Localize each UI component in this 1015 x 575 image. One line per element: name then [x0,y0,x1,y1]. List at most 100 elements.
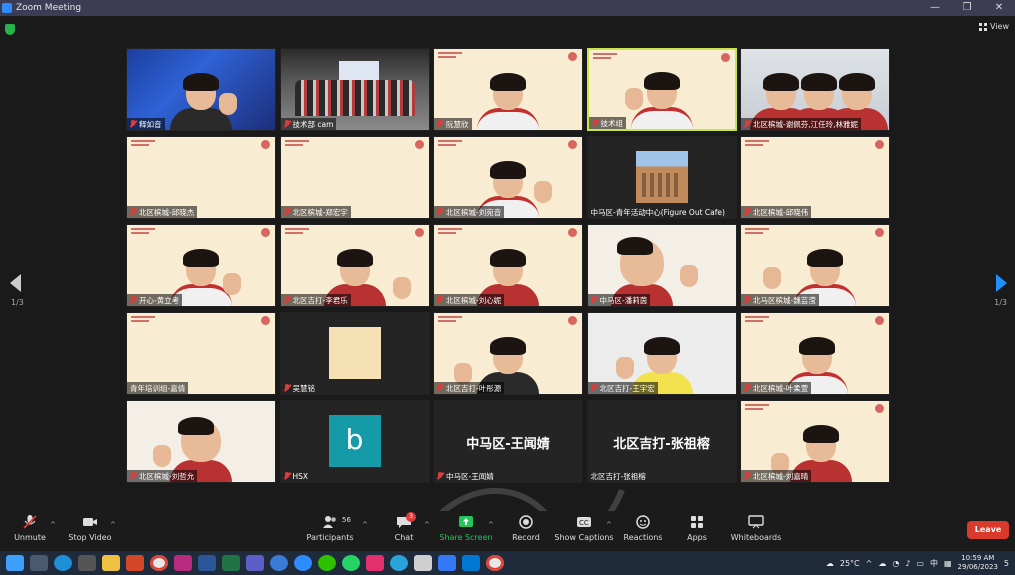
teams-icon[interactable] [246,555,264,571]
chat-caret-icon[interactable]: ^ [424,521,430,529]
video-tile[interactable]: 中马区-青年活动中心(Figure Out Cafe) [586,136,737,219]
video-tile[interactable]: 释如音 [126,48,276,131]
video-tile[interactable]: 北区槟城-邱晓杰 [126,136,276,219]
whiteboards-button[interactable]: Whiteboards [726,515,786,542]
video-tile[interactable]: 北区槟城-谢佩芬,江任玲,林雅妮 [740,48,890,131]
chrome-icon[interactable] [150,555,168,571]
windows-start-icon[interactable] [6,555,24,571]
muted-mic-icon [744,472,750,480]
video-options-caret-icon[interactable]: ^ [110,521,116,529]
show-captions-button[interactable]: CC Show Captions [554,515,614,542]
whatsapp-icon[interactable] [342,555,360,571]
whiteboards-label: Whiteboards [730,533,782,542]
video-tile[interactable]: 北区吉打-李君乐 [279,224,430,307]
unmute-label: Unmute [14,533,46,542]
weather-icon[interactable]: ☁ [826,559,834,568]
volume-icon[interactable]: ♪ [905,559,910,568]
zoom-taskbar-icon[interactable] [294,555,312,571]
participants-caret-icon[interactable]: ^ [362,521,368,529]
participant-name: 技术组 [600,118,624,128]
word-icon[interactable] [198,555,216,571]
group-photo [294,80,415,116]
video-tile[interactable]: 北区槟城-叶柔萱 [740,312,890,395]
powerpoint-icon[interactable] [126,555,144,571]
app-icon[interactable] [438,555,456,571]
video-tile[interactable]: 吴慧铭 [279,312,430,395]
leave-button[interactable]: Leave [967,521,1009,539]
video-tile[interactable]: 北马区槟城-魏芸滢 [740,224,890,307]
clock[interactable]: 10:59 AM 29/06/2023 [958,554,998,572]
participant-nameplate: 北区槟城-郑宏宇 [280,206,351,218]
participant-nameplate: 北区槟城-刘宛音 [434,206,505,218]
share-screen-button[interactable]: Share Screen [436,515,496,542]
muted-mic-icon [592,119,598,127]
participant-nameplate: 吴慧铭 [281,382,319,394]
participant-nameplate: 阮慧欣 [434,118,472,130]
tray-arrow-icon[interactable]: ^ [866,559,873,568]
clock-date: 29/06/2023 [957,563,998,571]
wifi-icon[interactable]: ◔ [892,559,899,568]
video-tile[interactable]: 北区槟城-郑宏宇 [279,136,430,219]
video-tile[interactable]: 北区槟城-刘嘉晴 [740,400,890,483]
view-button[interactable]: View [979,22,1009,31]
participants-button[interactable]: 56 Participants [300,515,360,542]
audio-options-caret-icon[interactable]: ^ [50,521,56,529]
video-tile[interactable]: 技术部 cam [279,48,430,131]
video-tile[interactable]: 北区吉打-王宇宏 [586,312,737,395]
video-tile[interactable]: 北区槟城-邱晓伟 [740,136,890,219]
instagram-icon[interactable] [366,555,384,571]
excel-icon[interactable] [222,555,240,571]
close-button[interactable]: ✕ [983,0,1015,16]
video-tile[interactable]: 中马区-潘莉茵 [586,224,737,307]
chat-label: Chat [394,533,414,542]
telegram-icon[interactable] [390,555,408,571]
participant-name: 北区吉打-李君乐 [292,295,348,305]
store-icon[interactable] [462,555,480,571]
chrome-icon[interactable] [486,555,504,571]
captions-caret-icon[interactable]: ^ [606,521,612,529]
show-captions-label: Show Captions [554,533,614,542]
settings-gear-icon[interactable] [78,555,96,571]
muted-mic-icon [591,384,597,392]
video-tile[interactable]: 开心-黄立考 [126,224,276,307]
keyboard-icon[interactable]: ▦ [944,559,952,568]
video-tile[interactable]: 北区槟城-刘心妮 [433,224,583,307]
notifications-badge[interactable]: 5 [1004,559,1009,568]
app-icon[interactable] [270,555,288,571]
grid-icon [979,22,988,31]
previous-page-arrow-icon[interactable] [10,274,21,292]
file-explorer-icon[interactable] [102,555,120,571]
video-tile[interactable]: 阮慧欣 [433,48,583,131]
task-view-icon[interactable] [30,555,48,571]
muted-mic-icon [130,472,136,480]
restore-button[interactable]: ❐ [951,0,983,16]
wechat-icon[interactable] [318,555,336,571]
apps-button[interactable]: Apps [667,515,727,542]
video-tile[interactable]: 北区槟城-刘哲允 [126,400,276,483]
next-page-arrow-icon[interactable] [996,274,1007,292]
video-tile[interactable]: 北区吉打-叶彤源 [433,312,583,395]
muted-mic-icon [130,296,136,304]
minimize-button[interactable]: — [919,0,951,16]
photos-icon[interactable] [414,555,432,571]
participant-nameplate: 开心-黄立考 [127,294,183,306]
muted-mic-icon [437,296,443,304]
video-tile[interactable]: 青年培训组-嘉倩 [126,312,276,395]
video-camera-icon [82,515,98,529]
share-caret-icon[interactable]: ^ [488,521,494,529]
svg-text:CC: CC [579,519,589,527]
edge-browser-icon[interactable] [54,555,72,571]
video-tile[interactable]: 北区槟城-刘宛音 [433,136,583,219]
battery-icon[interactable]: ▭ [916,559,924,568]
reactions-button[interactable]: Reactions [613,515,673,542]
video-tile-active-speaker[interactable]: 技术组 [586,48,737,131]
ime-indicator[interactable]: 中 [930,558,938,569]
muted-mic-icon [437,208,443,216]
cloud-icon[interactable]: ☁ [878,559,886,568]
participant-nameplate: HSX [281,470,312,482]
participant-nameplate: 北区槟城-刘心妮 [434,294,505,306]
participants-icon: 56 [322,515,351,529]
onenote-icon[interactable] [174,555,192,571]
record-button[interactable]: Record [496,515,556,542]
security-shield-icon[interactable] [5,24,15,35]
